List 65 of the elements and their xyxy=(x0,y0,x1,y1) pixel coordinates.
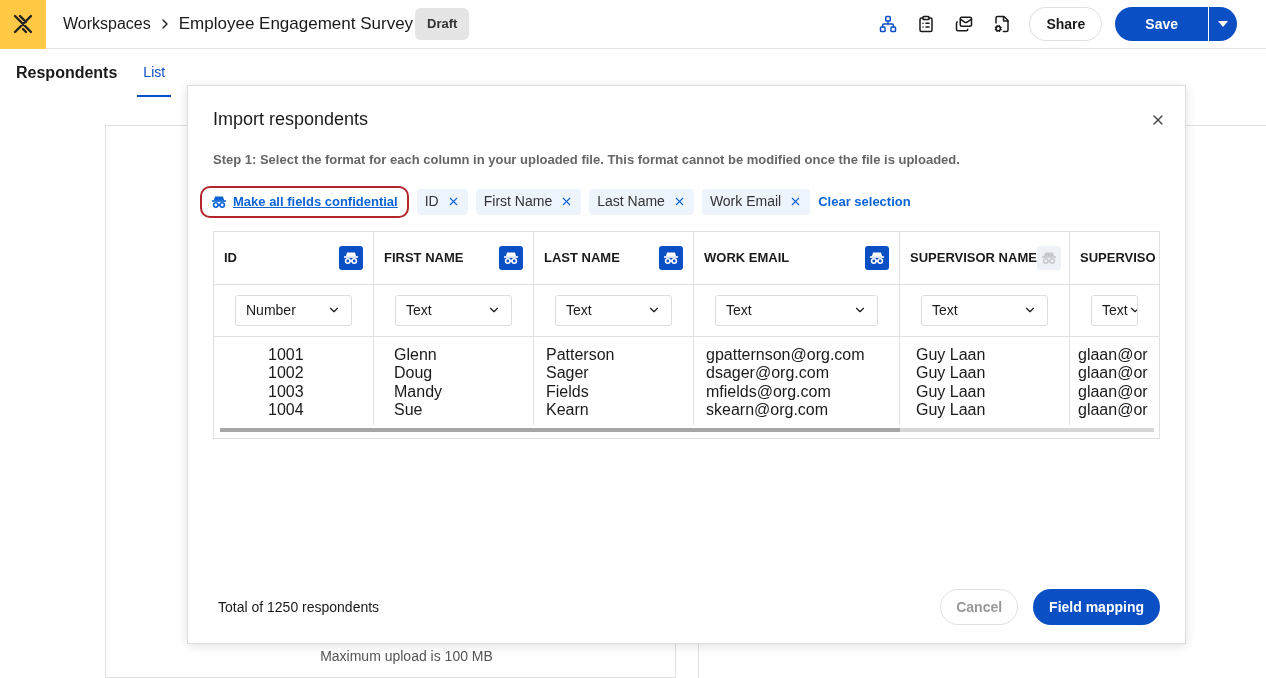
format-select[interactable]: Text xyxy=(921,294,1048,326)
table-cell-text: Patterson xyxy=(546,345,616,364)
format-select[interactable]: Text xyxy=(555,294,672,326)
format-select[interactable]: Text xyxy=(715,294,878,326)
org-chart-icon[interactable] xyxy=(879,15,898,33)
dialog-title: Import respondents xyxy=(213,108,369,131)
caret-icon xyxy=(1218,21,1228,27)
table-cell-text: glaan@or xyxy=(1078,364,1149,383)
table-cell-text: glaan@or xyxy=(1078,345,1149,364)
confidential-toggle[interactable] xyxy=(659,245,683,270)
column-header: SUPERVISO xyxy=(1080,248,1156,267)
column-header: SUPERVISOR NAME xyxy=(910,248,1037,267)
table-cell-text: Guy Laan xyxy=(916,382,987,401)
table-cell-text: Guy Laan xyxy=(916,345,987,364)
chip-label: First Name xyxy=(483,192,553,211)
column-header: FIRST NAME xyxy=(384,248,464,267)
table-cell-text: dsager@org.com xyxy=(706,364,830,383)
table-cell-text: Doug xyxy=(394,364,434,383)
chip-label: Work Email xyxy=(709,192,782,211)
survey-title: Employee Engagement Survey xyxy=(178,13,414,36)
table-cell-text: Kearn xyxy=(546,401,590,420)
table-cell-text: Sue xyxy=(394,401,424,420)
breadcrumb-link[interactable]: Workspaces xyxy=(63,12,151,36)
instruction-text: Step 1: Select the format for each column in your uploaded file. This format cannot be modified once the file is uploaded. xyxy=(213,151,961,169)
confidential-toggle[interactable] xyxy=(499,245,523,270)
page-heading: Respondents xyxy=(16,63,118,83)
confidential-toggle[interactable] xyxy=(1036,245,1061,270)
confidential-toggle[interactable] xyxy=(865,245,889,270)
clear-selection-link[interactable]: Clear selection xyxy=(818,191,911,212)
table-cell-text: 1002 xyxy=(268,364,305,383)
inbox-icon[interactable] xyxy=(955,15,974,33)
document-settings-icon[interactable] xyxy=(993,15,1012,33)
column-header: LAST NAME xyxy=(544,248,620,267)
status-badge: Draft xyxy=(415,8,470,40)
horizontal-scrollbar[interactable] xyxy=(220,427,1154,432)
logo-icon xyxy=(12,13,34,35)
format-select[interactable]: Number xyxy=(235,294,352,326)
table-cell-text: gpatternson@org.com xyxy=(706,345,866,364)
upload-limit-text: Maximum upload is 100 MB xyxy=(319,647,493,666)
table-cell-text: Mandy xyxy=(394,382,444,401)
table-cell-text: skearn@org.com xyxy=(706,401,830,420)
format-select[interactable]: Text xyxy=(1091,294,1138,326)
logo[interactable] xyxy=(0,0,46,49)
table-cell-text: glaan@or xyxy=(1078,382,1149,401)
chip-label: ID xyxy=(424,192,439,211)
table-cell-text: Glenn xyxy=(394,345,438,364)
table-cell-text: mfields@org.com xyxy=(706,382,832,401)
format-select[interactable]: Text xyxy=(395,294,512,326)
table-cell-text: 1001 xyxy=(268,345,305,364)
clipboard-icon[interactable] xyxy=(917,15,936,33)
table-cell-text: 1004 xyxy=(268,401,305,420)
table-cell-text: Guy Laan xyxy=(916,401,987,420)
table-cell-text: glaan@or xyxy=(1078,401,1149,420)
column-header: ID xyxy=(224,248,237,267)
total-count: Total of 1250 respondents xyxy=(218,597,380,617)
column-header: WORK EMAIL xyxy=(704,248,790,267)
table-cell-text: 1003 xyxy=(268,382,305,401)
confidential-toggle[interactable] xyxy=(339,245,363,270)
table-cell-text: Guy Laan xyxy=(916,364,987,383)
table-cell-text: Sager xyxy=(546,364,590,383)
field-mapping-button[interactable]: Field mapping xyxy=(1033,589,1160,625)
table-cell-text: Fields xyxy=(546,382,590,401)
chip-label: Last Name xyxy=(597,192,665,211)
confidential-link[interactable]: Make all fields confidential xyxy=(200,185,409,218)
tab[interactable]: List xyxy=(137,62,172,97)
